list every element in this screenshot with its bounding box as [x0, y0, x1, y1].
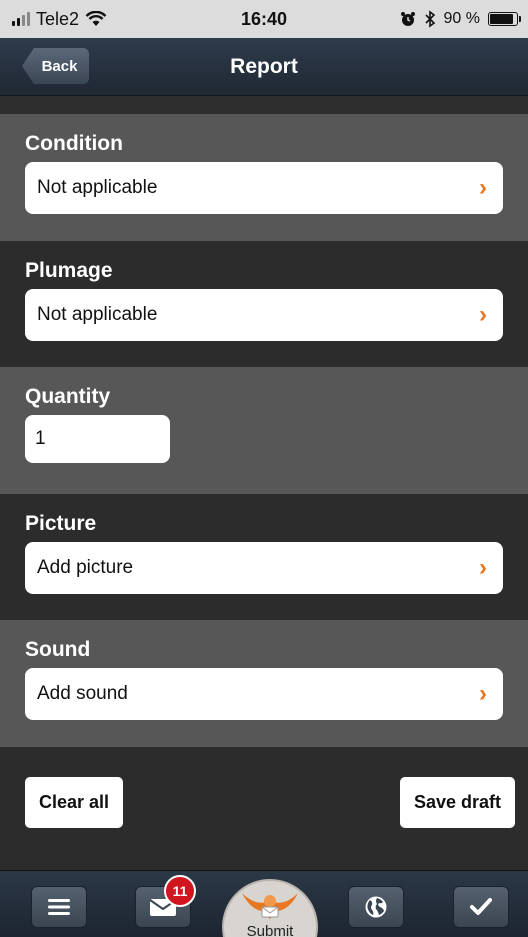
- wifi-icon: [85, 11, 107, 26]
- picture-section: Picture Add picture ›: [0, 494, 528, 620]
- report-form: Condition Not applicable › Plumage Not a…: [0, 96, 528, 870]
- add-sound-select[interactable]: Add sound ›: [25, 668, 503, 720]
- back-button[interactable]: Back: [22, 48, 89, 84]
- plumage-value: Not applicable: [37, 304, 158, 325]
- tab-bar: 11 Submit: [0, 870, 528, 937]
- submit-tab[interactable]: Submit: [222, 879, 318, 937]
- menu-tab[interactable]: [31, 886, 87, 928]
- sound-value: Add sound: [37, 683, 128, 704]
- navigation-bar: Back Report: [0, 38, 528, 96]
- signal-icon: [12, 12, 30, 26]
- checkmark-icon: [470, 898, 492, 915]
- picture-label: Picture: [25, 512, 97, 535]
- status-left: Tele2: [12, 9, 107, 30]
- condition-value: Not applicable: [37, 177, 158, 198]
- bird-logo-icon: [242, 893, 298, 919]
- battery-percent: 90 %: [443, 10, 480, 27]
- chevron-right-icon: ›: [479, 174, 487, 201]
- condition-section: Condition Not applicable ›: [0, 114, 528, 241]
- alarm-icon: [400, 12, 415, 26]
- plumage-select[interactable]: Not applicable ›: [25, 289, 503, 341]
- chevron-right-icon: ›: [479, 680, 487, 707]
- map-tab[interactable]: [348, 886, 404, 928]
- condition-label: Condition: [25, 132, 123, 155]
- status-bar: Tele2 16:40 90 %: [0, 0, 528, 38]
- messages-tab[interactable]: 11: [135, 875, 196, 928]
- confirm-tab[interactable]: [453, 886, 509, 928]
- messages-badge: 11: [164, 875, 196, 907]
- status-right: 90 %: [400, 10, 521, 28]
- bluetooth-icon: [424, 10, 435, 28]
- globe-icon: [365, 896, 387, 918]
- plumage-section: Plumage Not applicable ›: [0, 241, 528, 367]
- submit-label: Submit: [246, 923, 294, 937]
- add-picture-select[interactable]: Add picture ›: [25, 542, 503, 594]
- plumage-label: Plumage: [25, 259, 113, 282]
- form-top-spacer: [0, 96, 528, 114]
- chevron-right-icon: ›: [479, 554, 487, 581]
- page-title: Report: [230, 54, 298, 78]
- sound-section: Sound Add sound ›: [0, 620, 528, 747]
- menu-icon: [48, 899, 70, 915]
- save-draft-button[interactable]: Save draft: [399, 777, 515, 828]
- sound-label: Sound: [25, 638, 91, 661]
- condition-select[interactable]: Not applicable ›: [25, 162, 503, 214]
- quantity-section: Quantity: [0, 367, 528, 494]
- clear-all-button[interactable]: Clear all: [25, 777, 124, 828]
- chevron-right-icon: ›: [479, 301, 487, 328]
- quantity-input[interactable]: [25, 415, 170, 463]
- carrier-name: Tele2: [36, 8, 80, 29]
- picture-value: Add picture: [37, 557, 134, 578]
- quantity-label: Quantity: [25, 385, 111, 408]
- status-time: 16:40: [240, 8, 288, 29]
- battery-icon: [488, 12, 521, 26]
- form-actions: Clear all Save draft: [0, 747, 528, 870]
